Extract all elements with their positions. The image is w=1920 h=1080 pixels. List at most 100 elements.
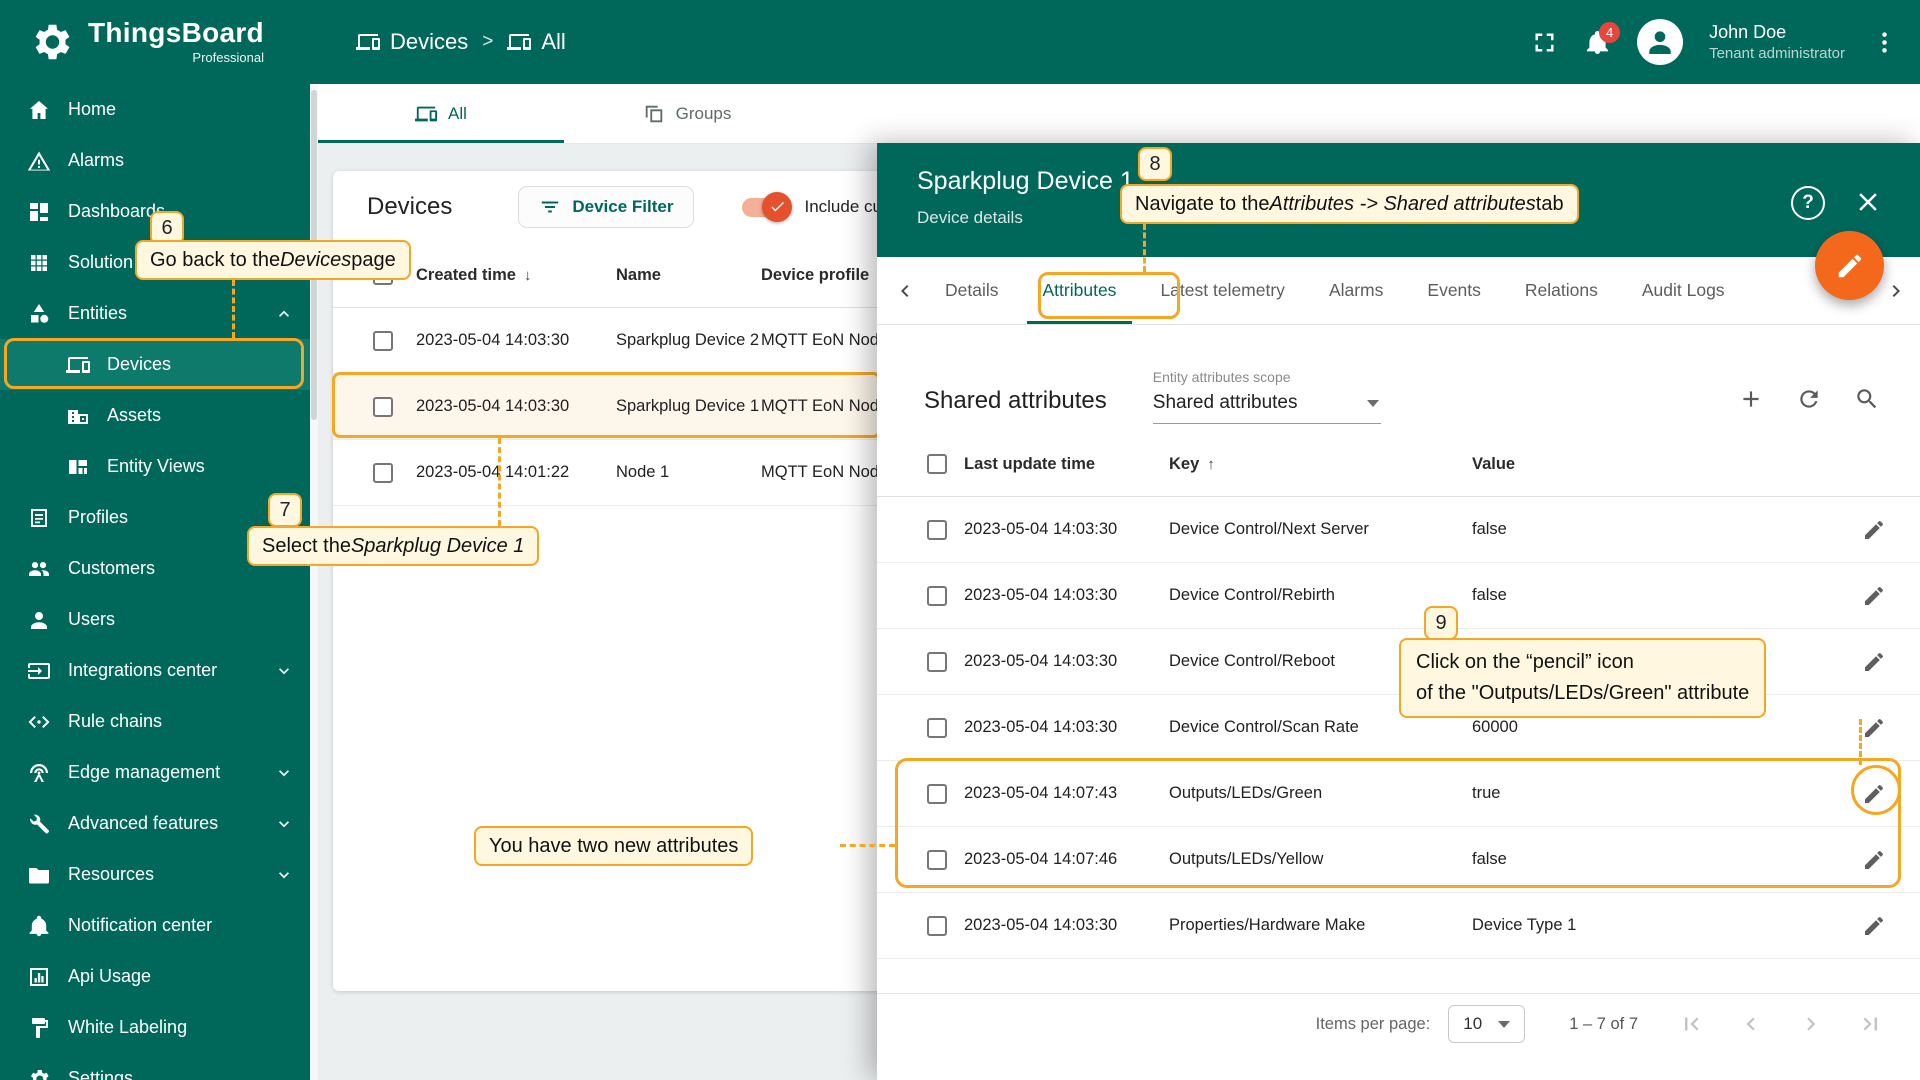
tab-icon xyxy=(415,103,437,125)
sidebar-item-home[interactable]: Home xyxy=(0,84,310,135)
sidebar-item-integrations-center[interactable]: Integrations center xyxy=(0,645,310,696)
attribute-time: 2023-05-04 14:07:43 xyxy=(964,784,1169,803)
attribute-checkbox[interactable] xyxy=(927,916,947,936)
sidebar-item-label: Edge management xyxy=(68,762,220,783)
sidebar-item-advanced-features[interactable]: Advanced features xyxy=(0,798,310,849)
attribute-row[interactable]: 2023-05-04 14:07:43 Outputs/LEDs/Green t… xyxy=(877,761,1920,827)
refresh-button[interactable] xyxy=(1796,386,1822,412)
attribute-checkbox[interactable] xyxy=(927,586,947,606)
pencil-icon xyxy=(1862,848,1886,872)
edit-attribute-button[interactable] xyxy=(1862,914,1886,938)
tabs-scroll-left-button[interactable] xyxy=(893,279,917,303)
edit-attribute-button[interactable] xyxy=(1862,716,1886,740)
sidebar-item-entity-views[interactable]: Entity Views xyxy=(0,441,310,492)
sidebar-item-icon xyxy=(27,659,51,683)
sidebar-item-chevron-icon xyxy=(274,304,294,324)
first-page-button[interactable] xyxy=(1678,1011,1704,1037)
sidebar-item-resources[interactable]: Resources xyxy=(0,849,310,900)
sidebar-item-white-labeling[interactable]: White Labeling xyxy=(0,1002,310,1053)
breadcrumb-all[interactable]: All xyxy=(507,29,565,55)
attribute-checkbox[interactable] xyxy=(927,718,947,738)
attributes-table-header: Last update time Key Value xyxy=(877,432,1920,497)
tab-all[interactable]: All xyxy=(318,84,564,143)
attribute-value: Device Type 1 xyxy=(1472,916,1828,935)
tab-groups[interactable]: Groups xyxy=(564,84,810,143)
attribute-row[interactable]: 2023-05-04 14:03:30 Device Control/Next … xyxy=(877,497,1920,563)
sidebar-item-settings[interactable]: Settings xyxy=(0,1053,310,1080)
drawer-tab-relations[interactable]: Relations xyxy=(1503,257,1620,324)
top-header: ThingsBoard Professional Devices > All 4 xyxy=(0,0,1920,84)
edit-attribute-button[interactable] xyxy=(1862,782,1886,806)
row-checkbox[interactable] xyxy=(373,463,393,483)
more-menu-button[interactable] xyxy=(1871,29,1898,56)
sidebar-item-api-usage[interactable]: Api Usage xyxy=(0,951,310,1002)
drawer-tab-attributes[interactable]: Attributes xyxy=(1021,257,1139,324)
attribute-checkbox[interactable] xyxy=(927,652,947,672)
help-button[interactable] xyxy=(1791,186,1825,220)
thingsboard-logo[interactable]: ThingsBoard Professional xyxy=(0,19,310,65)
sidebar-item-icon xyxy=(66,455,90,479)
attribute-checkbox[interactable] xyxy=(927,850,947,870)
search-button[interactable] xyxy=(1854,386,1880,412)
attribute-checkbox[interactable] xyxy=(927,520,947,540)
sidebar-scrollbar[interactable] xyxy=(310,84,318,1080)
attribute-scope-value[interactable]: Shared attributes xyxy=(1153,385,1381,424)
user-meta: John Doe Tenant administrator xyxy=(1709,21,1845,64)
device-filter-button[interactable]: Device Filter xyxy=(518,186,694,228)
edit-attribute-button[interactable] xyxy=(1862,584,1886,608)
attribute-scope-select[interactable]: Entity attributes scope Shared attribute… xyxy=(1153,369,1381,424)
sidebar-item-assets[interactable]: Assets xyxy=(0,390,310,441)
column-created-time[interactable]: Created time xyxy=(416,266,616,285)
items-per-page-select[interactable]: 10 xyxy=(1448,1005,1525,1043)
include-customers-toggle[interactable] xyxy=(742,198,788,217)
edit-device-fab[interactable] xyxy=(1815,231,1884,300)
row-checkbox[interactable] xyxy=(373,331,393,351)
edit-attribute-button[interactable] xyxy=(1862,650,1886,674)
attribute-row[interactable]: 2023-05-04 14:07:46 Outputs/LEDs/Yellow … xyxy=(877,827,1920,893)
attribute-row[interactable]: 2023-05-04 14:03:30 Properties/Hardware … xyxy=(877,893,1920,959)
column-value[interactable]: Value xyxy=(1472,455,1828,474)
edit-attribute-button[interactable] xyxy=(1862,518,1886,542)
device-created-time: 2023-05-04 14:01:22 xyxy=(416,463,616,482)
sidebar-item-notification-center[interactable]: Notification center xyxy=(0,900,310,951)
toggle-knob xyxy=(762,192,792,222)
attribute-row[interactable]: 2023-05-04 14:03:30 Device Control/Rebir… xyxy=(877,563,1920,629)
last-page-button[interactable] xyxy=(1858,1011,1884,1037)
column-last-update-time[interactable]: Last update time xyxy=(964,455,1169,474)
close-drawer-button[interactable] xyxy=(1853,187,1883,217)
breadcrumb-devices[interactable]: Devices xyxy=(356,29,468,55)
tabs-scroll-right-button[interactable] xyxy=(1884,279,1908,303)
items-per-page-value: 10 xyxy=(1463,1014,1482,1034)
column-created-time-label: Created time xyxy=(416,266,516,285)
notifications-button[interactable]: 4 xyxy=(1584,29,1611,56)
chevron-left-icon xyxy=(1738,1011,1764,1037)
row-checkbox[interactable] xyxy=(373,397,393,417)
drawer-tab-audit-logs[interactable]: Audit Logs xyxy=(1620,257,1747,324)
column-name[interactable]: Name xyxy=(616,265,761,286)
add-attribute-button[interactable] xyxy=(1738,386,1764,412)
sidebar-item-rule-chains[interactable]: Rule chains xyxy=(0,696,310,747)
search-icon xyxy=(1854,386,1880,412)
attribute-checkbox[interactable] xyxy=(927,784,947,804)
drawer-tab-alarms[interactable]: Alarms xyxy=(1307,257,1405,324)
drawer-tab-latest-telemetry[interactable]: Latest telemetry xyxy=(1138,257,1307,324)
sidebar-item-label: Entity Views xyxy=(107,456,205,477)
select-all-attributes-checkbox[interactable] xyxy=(927,454,947,474)
previous-page-button[interactable] xyxy=(1738,1011,1764,1037)
attribute-time: 2023-05-04 14:03:30 xyxy=(964,520,1169,539)
sidebar-item-devices[interactable]: Devices xyxy=(0,339,310,390)
sidebar-item-entities[interactable]: Entities xyxy=(0,288,310,339)
column-key[interactable]: Key xyxy=(1169,455,1472,474)
page-range: 1 – 7 of 7 xyxy=(1569,1015,1638,1034)
pencil-icon xyxy=(1862,716,1886,740)
edit-attribute-button[interactable] xyxy=(1862,848,1886,872)
callout-select-device: Select the Sparkplug Device 1 xyxy=(247,526,539,566)
next-page-button[interactable] xyxy=(1798,1011,1824,1037)
drawer-tab-details[interactable]: Details xyxy=(923,257,1021,324)
sidebar-item-alarms[interactable]: Alarms xyxy=(0,135,310,186)
user-avatar[interactable] xyxy=(1637,19,1683,65)
sidebar-item-edge-management[interactable]: Edge management xyxy=(0,747,310,798)
sidebar-item-users[interactable]: Users xyxy=(0,594,310,645)
fullscreen-button[interactable] xyxy=(1531,29,1558,56)
drawer-tab-events[interactable]: Events xyxy=(1405,257,1503,324)
